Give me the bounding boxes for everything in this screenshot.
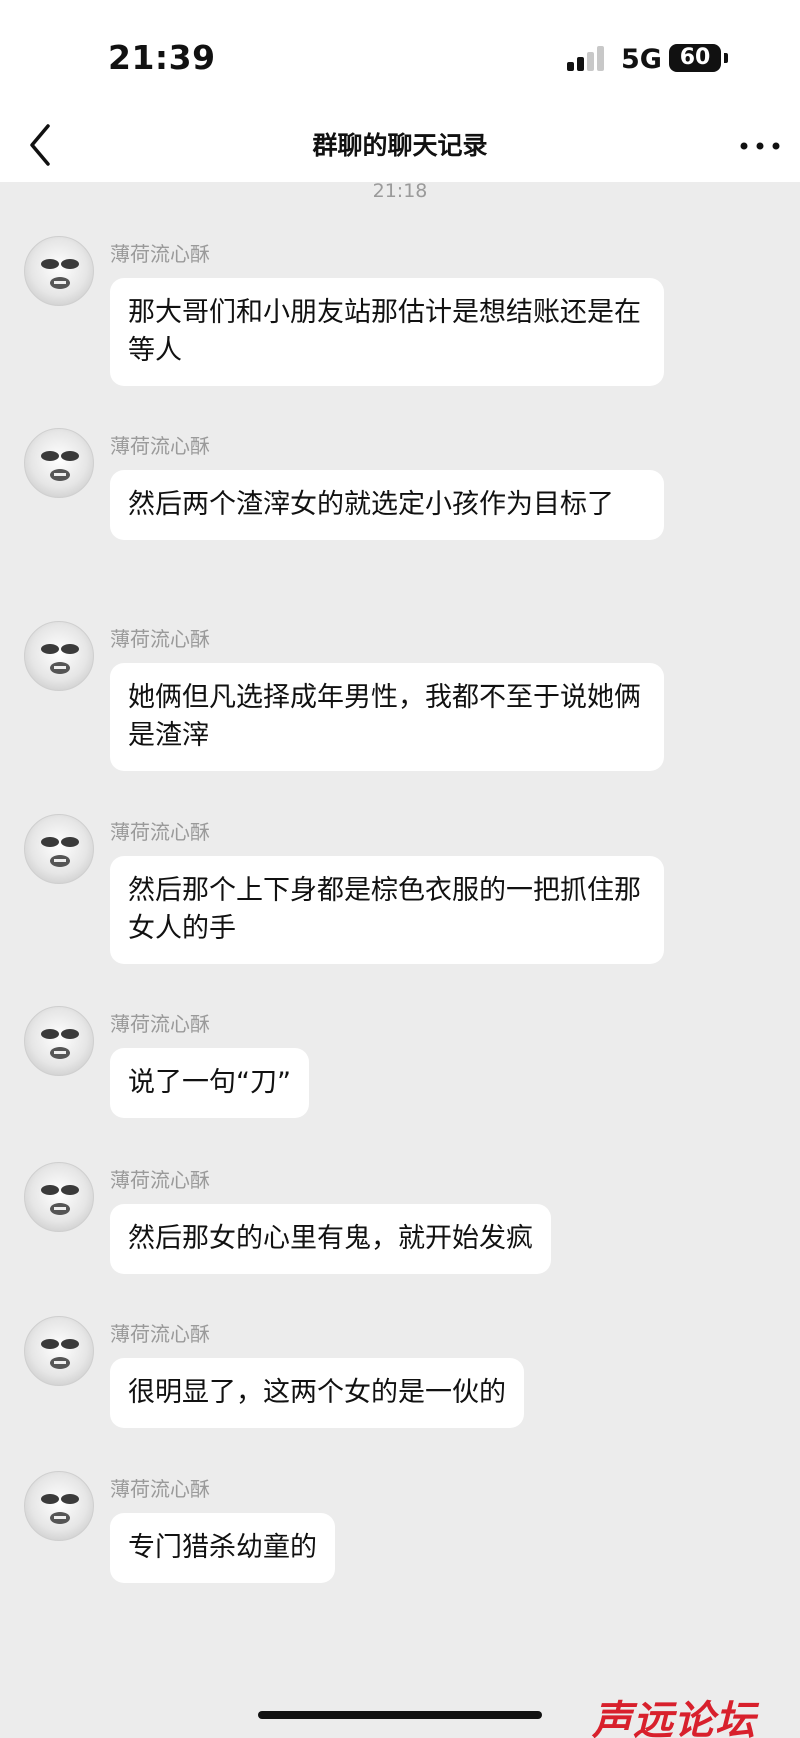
sender-name: 薄荷流心酥 (110, 627, 210, 651)
sender-name: 薄荷流心酥 (110, 242, 210, 266)
avatar-face-icon (41, 1339, 79, 1369)
avatar[interactable] (24, 236, 94, 306)
avatar[interactable] (24, 1006, 94, 1076)
sender-name: 薄荷流心酥 (110, 820, 210, 844)
message-bubble[interactable]: 那大哥们和小朋友站那估计是想结账还是在等人 (110, 278, 664, 386)
avatar-face-icon (41, 1029, 79, 1059)
back-button[interactable] (18, 120, 68, 170)
message-bubble[interactable]: 她俩但凡选择成年男性，我都不至于说她俩是渣滓 (110, 663, 664, 771)
page-title: 群聊的聊天记录 (312, 131, 488, 160)
avatar-face-icon (41, 1185, 79, 1215)
avatar[interactable] (24, 428, 94, 498)
chat-timestamp: 21:18 (372, 180, 428, 202)
avatar[interactable] (24, 621, 94, 691)
message-bubble[interactable]: 说了一句“刀” (110, 1048, 309, 1118)
signal-strength-icon (567, 45, 607, 71)
avatar-face-icon (41, 1494, 79, 1524)
status-bar: 21:39 5G 60 (0, 0, 800, 112)
sender-name: 薄荷流心酥 (110, 1322, 210, 1346)
chat-history-screen: 21:39 5G 60 群聊的聊天记录 21:18 薄荷流心酥 那大哥们和小朋友… (0, 0, 800, 1738)
avatar-face-icon (41, 259, 79, 289)
message-bubble[interactable]: 然后两个渣滓女的就选定小孩作为目标了 (110, 470, 664, 540)
nav-bar: 群聊的聊天记录 (0, 112, 800, 182)
sender-name: 薄荷流心酥 (110, 1012, 210, 1036)
message-bubble[interactable]: 然后那个上下身都是棕色衣服的一把抓住那女人的手 (110, 856, 664, 964)
sender-name: 薄荷流心酥 (110, 1168, 210, 1192)
status-time: 21:39 (108, 38, 216, 77)
more-options-button[interactable] (734, 128, 786, 164)
chevron-left-icon (30, 124, 50, 166)
ellipsis-icon (740, 142, 780, 150)
sender-name: 薄荷流心酥 (110, 434, 210, 458)
battery-icon: 60 (669, 44, 721, 72)
avatar[interactable] (24, 814, 94, 884)
message-bubble[interactable]: 然后那女的心里有鬼，就开始发疯 (110, 1204, 551, 1274)
avatar-face-icon (41, 644, 79, 674)
sender-name: 薄荷流心酥 (110, 1477, 210, 1501)
message-bubble[interactable]: 很明显了，这两个女的是一伙的 (110, 1358, 524, 1428)
message-bubble[interactable]: 专门猎杀幼童的 (110, 1513, 335, 1583)
site-watermark: 声远论坛 (592, 1698, 756, 1738)
avatar[interactable] (24, 1162, 94, 1232)
avatar-face-icon (41, 451, 79, 481)
network-type: 5G (621, 44, 662, 75)
avatar[interactable] (24, 1471, 94, 1541)
avatar-face-icon (41, 837, 79, 867)
avatar[interactable] (24, 1316, 94, 1386)
battery-tip (724, 53, 728, 63)
home-indicator[interactable] (258, 1711, 542, 1719)
battery-level: 60 (679, 45, 711, 70)
